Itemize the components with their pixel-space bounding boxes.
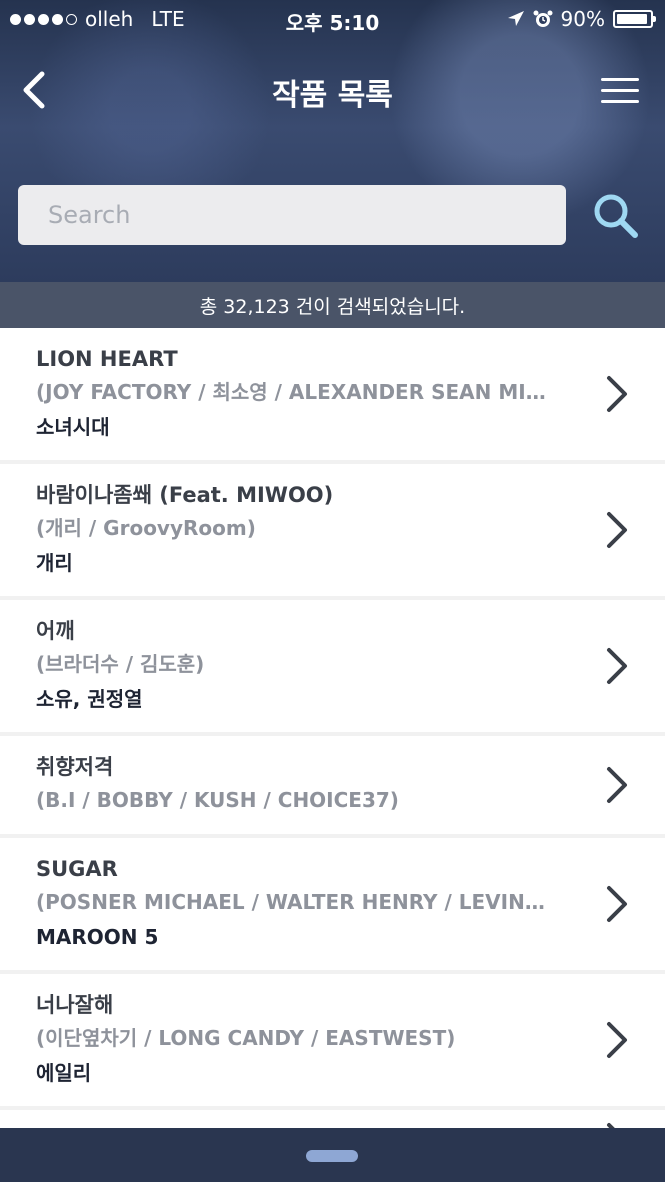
item-credits: (브라더수 / 김도훈) — [36, 652, 205, 676]
item-title: 너나잘해 — [36, 993, 114, 1017]
status-bar: olleh LTE 오후 5:10 90% — [0, 0, 665, 38]
item-title: SUGAR — [36, 857, 118, 881]
alarm-clock-icon — [533, 10, 553, 27]
chevron-right-icon — [607, 886, 627, 922]
chevron-right-icon — [607, 648, 627, 684]
search-input[interactable] — [18, 185, 566, 245]
item-title: 바람이나좀쐐 (Feat. MIWOO) — [36, 483, 334, 507]
list-item[interactable]: 너나잘해 (이단옆차기 / LONG CANDY / EASTWEST) 에일리 — [0, 974, 665, 1106]
list-item[interactable]: SUGAR (POSNER MICHAEL / WALTER HENRY / LE… — [0, 838, 665, 970]
item-artist: 에일리 — [36, 1061, 92, 1085]
list-item[interactable]: 바람이나좀쐐 (Feat. MIWOO) (개리 / GroovyRoom) 개리 — [0, 464, 665, 596]
list-item[interactable]: 위아위아 — [0, 1110, 665, 1128]
item-title: LION HEART — [36, 347, 178, 371]
work-list: LION HEART (JOY FACTORY / 최소영 / ALEXANDER… — [0, 328, 665, 1128]
item-title: 취향저격 — [36, 755, 114, 779]
result-count-bar: 총 32,123 건이 검색되었습니다. — [0, 282, 665, 328]
item-artist: 소녀시대 — [36, 415, 110, 439]
item-credits: (이단옆차기 / LONG CANDY / EASTWEST) — [36, 1026, 456, 1050]
search-button[interactable] — [590, 190, 642, 242]
chevron-right-icon — [607, 512, 627, 548]
search-icon — [594, 194, 638, 238]
item-title: 어깨 — [36, 619, 75, 643]
drawer-handle[interactable] — [306, 1150, 358, 1162]
list-item[interactable]: LION HEART (JOY FACTORY / 최소영 / ALEXANDER… — [0, 328, 665, 460]
item-credits: (JOY FACTORY / 최소영 / ALEXANDER SEAN MICH… — [36, 380, 555, 404]
location-arrow-icon — [507, 11, 524, 26]
page-title: 작품 목록 — [272, 78, 393, 113]
list-item[interactable]: 취향저격 (B.I / BOBBY / KUSH / CHOICE37) — [0, 736, 665, 834]
bottom-bar — [0, 1128, 665, 1182]
item-credits: (B.I / BOBBY / KUSH / CHOICE37) — [36, 788, 399, 812]
header: olleh LTE 오후 5:10 90% 작품 목록 — [0, 0, 665, 282]
item-artist: MAROON 5 — [36, 925, 159, 949]
chevron-right-icon — [607, 1123, 615, 1128]
item-artist: 개리 — [36, 551, 73, 575]
navigation-bar: 작품 목록 — [0, 50, 665, 130]
item-credits: (POSNER MICHAEL / WALTER HENRY / LEVINE … — [36, 890, 555, 914]
item-artist: 소유, 권정열 — [36, 687, 143, 711]
battery-percentage: 90% — [560, 7, 605, 31]
menu-button[interactable] — [601, 78, 639, 106]
chevron-right-icon — [607, 1022, 627, 1058]
item-credits: (개리 / GroovyRoom) — [36, 516, 256, 540]
hamburger-icon — [601, 78, 639, 103]
list-item[interactable]: 어깨 (브라더수 / 김도훈) 소유, 권정열 — [0, 600, 665, 732]
battery-icon — [613, 10, 656, 28]
chevron-right-icon — [607, 376, 627, 412]
chevron-right-icon — [607, 767, 627, 803]
